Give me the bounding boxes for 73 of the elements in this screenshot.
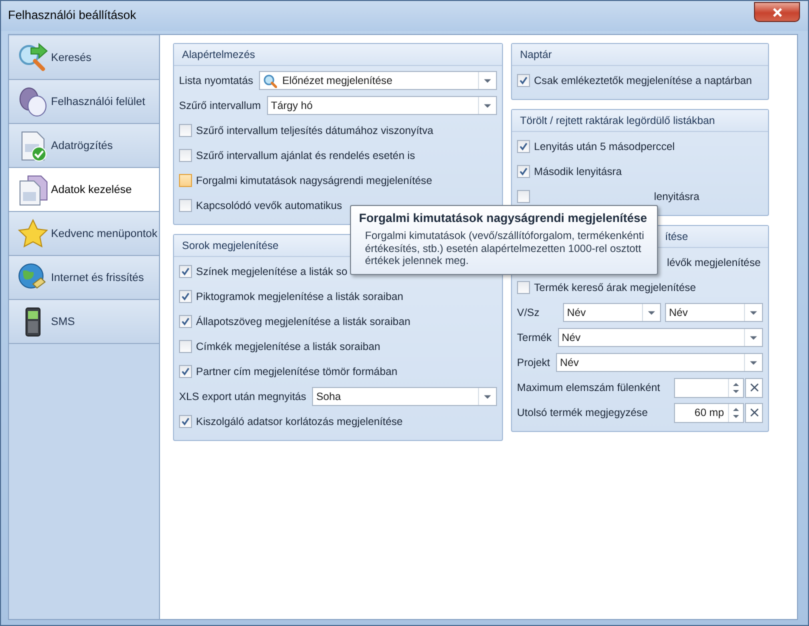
checkbox[interactable] <box>517 281 530 294</box>
dropdown[interactable]: Név <box>563 303 661 322</box>
checkbox[interactable] <box>179 365 192 378</box>
close-icon <box>750 383 758 392</box>
checkbox[interactable] <box>179 174 192 187</box>
window-title: Felhasználói beállítások <box>8 8 136 22</box>
checkbox-label: lenyitásra <box>654 190 700 202</box>
field-label: Szűrő intervallum <box>179 100 261 112</box>
close-icon <box>772 6 782 18</box>
field-label: Maximum elemszám fülenként <box>517 382 662 394</box>
sidebar-item[interactable]: Felhasználói felület <box>9 80 159 124</box>
tooltip-text: Forgalmi kimutatások (vevő/szállítóforgalom, termékenkénti értékesítés, stb.) esetén alapértelmezetten 1000-rel osztott értékek jelennek meg. <box>364 230 646 268</box>
dropdown[interactable]: Előnézet megjelenítése <box>259 71 497 90</box>
checkbox[interactable] <box>179 199 192 212</box>
group-title: Naptár <box>520 48 552 60</box>
checkbox-label: Második lenyitásra <box>534 166 622 178</box>
checkbox[interactable] <box>179 315 192 328</box>
dropdown[interactable]: Tárgy hó <box>266 96 497 115</box>
checkbox[interactable] <box>517 190 530 203</box>
checkbox-label: Színek megjelenítése a listák so <box>196 266 348 278</box>
checkbox-label: Lenyitás után 5 másodperccel <box>534 140 675 152</box>
checkbox[interactable] <box>179 265 192 278</box>
checkbox-label: Állapotszöveg megjelenítése a listák soraiban <box>196 316 410 328</box>
field-label: Lista nyomtatás <box>179 74 254 86</box>
clear-button[interactable] <box>745 378 763 398</box>
magnifier-icon <box>263 74 278 88</box>
dropdown[interactable]: Név <box>665 303 763 322</box>
field-label: Termék <box>517 332 552 344</box>
sidebar-item[interactable]: SMS <box>9 300 159 344</box>
tooltip-title: Forgalmi kimutatások nagyságrendi megjelenítése <box>359 211 648 225</box>
field-label: Utolsó termék megjegyzése <box>517 406 649 418</box>
checkbox[interactable] <box>179 149 192 162</box>
field-label: V/Sz <box>517 306 540 318</box>
checkbox[interactable] <box>517 140 530 153</box>
sidebar-item[interactable]: Adatrögzítés <box>9 124 159 168</box>
checkbox-label: Forgalmi kimutatások nagyságrendi megjelenítése <box>196 174 432 186</box>
group-title: ítése <box>665 230 688 242</box>
checkbox[interactable] <box>179 290 192 303</box>
checkbox-label: Címkék megjelenítése a listák soraiban <box>196 340 380 352</box>
sidebar-item[interactable]: Internet és frissítés <box>9 256 159 300</box>
checkbox-label: Piktogramok megjelenítése a listák soraiban <box>196 290 404 302</box>
checkbox-label: Partner cím megjelenítése tömör formában <box>196 366 398 378</box>
group-title: Sorok megjelenítése <box>182 240 279 252</box>
option-label: lévők megjelenítése <box>667 256 761 268</box>
field-label: XLS export után megnyitás <box>179 390 306 402</box>
checkbox-label: Kapcsolódó vevők automatikus <box>196 200 342 212</box>
documents-icon <box>17 174 49 206</box>
checkbox[interactable] <box>517 165 530 178</box>
sidebar-item[interactable]: Keresés <box>9 36 159 80</box>
checkbox[interactable] <box>179 340 192 353</box>
checkbox[interactable] <box>517 74 530 87</box>
group-title: Alapértelmezés <box>182 48 256 60</box>
checkbox-label: Szűrő intervallum ajánlat és rendelés esetén is <box>196 150 416 162</box>
checkbox-label: Termék kereső árak megjelenítése <box>534 282 696 294</box>
number-field[interactable]: 60 mp <box>674 402 744 422</box>
dropdown[interactable]: Név <box>558 328 763 347</box>
close-icon <box>750 408 758 417</box>
checkbox[interactable] <box>179 124 192 137</box>
dropdown[interactable]: Soha <box>312 387 497 406</box>
number-field[interactable] <box>674 378 744 398</box>
close-button[interactable] <box>754 2 800 22</box>
group-title: Törölt / rejtett raktárak legördülő listákban <box>520 114 715 126</box>
field-label: Projekt <box>517 356 550 368</box>
checkbox-label: Szűrő intervallum teljesítés dátumához viszonyítva <box>196 124 434 136</box>
sidebar-item[interactable]: Kedvenc menüpontok <box>9 212 159 256</box>
star-icon <box>17 218 49 250</box>
checkbox-label: Csak emlékeztetők megjelenítése a naptárban <box>534 74 752 86</box>
magnifier-icon <box>17 42 49 74</box>
clear-button[interactable] <box>745 402 763 422</box>
checkbox[interactable] <box>179 415 192 428</box>
sidebar-item[interactable]: Adatok kezelése <box>9 168 160 212</box>
dropdown[interactable]: Név <box>556 353 763 372</box>
checkbox-label: Kiszolgáló adatsor korlátozás megjelenítése <box>196 416 403 428</box>
